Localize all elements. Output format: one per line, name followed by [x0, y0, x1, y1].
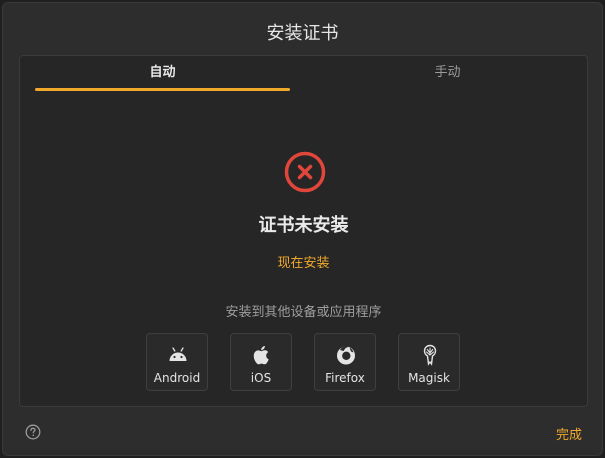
dialog-title: 安装证书	[266, 23, 339, 44]
tab-auto[interactable]: 自动	[35, 56, 290, 91]
status-title: 证书未安装	[258, 215, 349, 236]
magisk-icon	[423, 344, 437, 366]
other-devices-label: 安装到其他设备或应用程序	[225, 305, 382, 320]
firefox-icon	[337, 346, 355, 365]
install-now-link[interactable]: 现在安装	[20, 252, 587, 271]
platform-firefox-button[interactable]: Firefox	[314, 333, 376, 391]
apple-icon	[253, 346, 269, 365]
platform-list: Android iOS Firefox Magisk	[146, 333, 466, 393]
content-panel: 自动 手动 证书未安装 现在安装 安装到其他设备或应用程序 Android iO…	[19, 55, 588, 407]
tab-manual-label: 手动	[434, 65, 461, 80]
tab-bar: 自动 手动	[35, 56, 575, 91]
tab-manual[interactable]: 手动	[320, 56, 575, 90]
help-icon[interactable]	[25, 424, 41, 440]
tab-auto-label: 自动	[149, 65, 176, 80]
platform-android-button[interactable]: Android	[146, 333, 208, 391]
install-certificate-dialog: 安装证书 自动 手动 证书未安装 现在安装 安装到其他设备或应用程序 Andro…	[2, 2, 603, 456]
done-button[interactable]: 完成	[556, 424, 582, 443]
platform-magisk-button[interactable]: Magisk	[398, 333, 460, 391]
active-tab-indicator	[35, 88, 290, 91]
platform-ios-button[interactable]: iOS	[230, 333, 292, 391]
platform-firefox-label: Firefox	[325, 371, 365, 385]
platform-ios-label: iOS	[250, 371, 272, 385]
error-circle-icon	[284, 151, 326, 193]
platform-android-label: Android	[153, 371, 201, 385]
android-icon	[169, 347, 187, 361]
platform-magisk-label: Magisk	[408, 371, 450, 385]
